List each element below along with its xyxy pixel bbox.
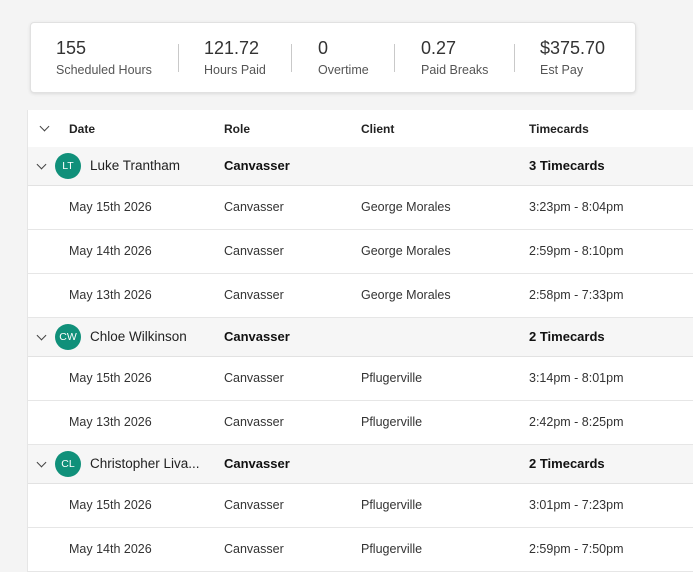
- cell-date: May 13th 2026: [69, 288, 152, 302]
- cell-client: Pflugerville: [361, 498, 423, 512]
- stat-paid-breaks: 0.27 Paid Breaks: [421, 37, 488, 78]
- cell-date: May 15th 2026: [69, 200, 152, 214]
- stat-overtime: 0 Overtime: [318, 37, 369, 78]
- stat-est-pay: $375.70 Est Pay: [540, 37, 605, 78]
- cell-role: Canvasser: [224, 244, 284, 258]
- cell-role: Canvasser: [224, 371, 284, 385]
- cell-time: 2:59pm - 8:10pm: [529, 244, 624, 258]
- employee-name: Chloe Wilkinson: [90, 329, 187, 344]
- employee-role: Canvasser: [224, 158, 290, 173]
- cell-client: George Morales: [361, 200, 451, 214]
- employee-role: Canvasser: [224, 329, 290, 344]
- pay-summary-card: 155 Scheduled Hours 121.72 Hours Paid 0 …: [30, 22, 636, 93]
- employee-name: Christopher Liva...: [90, 456, 200, 471]
- stat-hours-paid: 121.72 Hours Paid: [204, 37, 266, 78]
- cell-time: 3:14pm - 8:01pm: [529, 371, 624, 385]
- cell-date: May 14th 2026: [69, 244, 152, 258]
- stat-label: Scheduled Hours: [56, 63, 152, 77]
- divider: [514, 44, 515, 72]
- column-header-timecards[interactable]: Timecards: [529, 122, 589, 136]
- cell-client: George Morales: [361, 244, 451, 258]
- cell-date: May 13th 2026: [69, 415, 152, 429]
- column-header-client[interactable]: Client: [361, 122, 394, 136]
- table-header: Date Role Client Timecards: [28, 110, 693, 148]
- cell-time: 3:01pm - 7:23pm: [529, 498, 624, 512]
- column-header-date[interactable]: Date: [69, 122, 95, 136]
- avatar: CW: [55, 324, 81, 350]
- employee-group-row[interactable]: CW Chloe Wilkinson Canvasser 2 Timecards: [28, 318, 693, 357]
- cell-date: May 15th 2026: [69, 498, 152, 512]
- employee-group-row[interactable]: CL Christopher Liva... Canvasser 2 Timec…: [28, 445, 693, 484]
- cell-role: Canvasser: [224, 542, 284, 556]
- table-row[interactable]: May 15th 2026 Canvasser Pflugerville 3:0…: [28, 484, 693, 528]
- cell-role: Canvasser: [224, 498, 284, 512]
- employee-name: Luke Trantham: [90, 158, 181, 173]
- stat-value: 0: [318, 38, 329, 58]
- divider: [291, 44, 292, 72]
- cell-date: May 15th 2026: [69, 371, 152, 385]
- chevron-down-icon[interactable]: [36, 330, 47, 341]
- timecard-count: 3 Timecards: [529, 158, 605, 173]
- cell-time: 2:58pm - 7:33pm: [529, 288, 624, 302]
- cell-date: May 14th 2026: [69, 542, 152, 556]
- stat-value: 155: [56, 38, 87, 58]
- chevron-down-icon[interactable]: [39, 121, 50, 132]
- avatar: LT: [55, 153, 81, 179]
- table-row[interactable]: May 15th 2026 Canvasser George Morales 3…: [28, 186, 693, 230]
- cell-role: Canvasser: [224, 415, 284, 429]
- stat-scheduled-hours: 155 Scheduled Hours: [56, 37, 152, 78]
- cell-time: 3:23pm - 8:04pm: [529, 200, 624, 214]
- cell-time: 2:42pm - 8:25pm: [529, 415, 624, 429]
- cell-client: George Morales: [361, 288, 451, 302]
- table-row[interactable]: May 13th 2026 Canvasser George Morales 2…: [28, 274, 693, 318]
- employee-role: Canvasser: [224, 456, 290, 471]
- stat-label: Paid Breaks: [421, 63, 489, 77]
- cell-role: Canvasser: [224, 288, 284, 302]
- employee-group-row[interactable]: LT Luke Trantham Canvasser 3 Timecards: [28, 147, 693, 186]
- timecards-table: Date Role Client Timecards LT Luke Trant…: [27, 110, 693, 572]
- column-header-role[interactable]: Role: [224, 122, 250, 136]
- stat-value: $375.70: [540, 38, 606, 58]
- timecard-count: 2 Timecards: [529, 456, 605, 471]
- table-row[interactable]: May 15th 2026 Canvasser Pflugerville 3:1…: [28, 357, 693, 401]
- table-row[interactable]: May 14th 2026 Canvasser George Morales 2…: [28, 230, 693, 274]
- cell-client: Pflugerville: [361, 415, 423, 429]
- chevron-down-icon[interactable]: [36, 457, 47, 468]
- stat-label: Hours Paid: [204, 63, 266, 77]
- stat-value: 0.27: [421, 38, 457, 58]
- cell-role: Canvasser: [224, 200, 284, 214]
- chevron-down-icon[interactable]: [36, 159, 47, 170]
- cell-client: Pflugerville: [361, 542, 423, 556]
- stat-label: Overtime: [318, 63, 369, 77]
- table-row[interactable]: May 13th 2026 Canvasser Pflugerville 2:4…: [28, 401, 693, 445]
- avatar: CL: [55, 451, 81, 477]
- divider: [178, 44, 179, 72]
- cell-time: 2:59pm - 7:50pm: [529, 542, 624, 556]
- timecard-count: 2 Timecards: [529, 329, 605, 344]
- table-row[interactable]: May 14th 2026 Canvasser Pflugerville 2:5…: [28, 528, 693, 572]
- stat-value: 121.72: [204, 38, 260, 58]
- cell-client: Pflugerville: [361, 371, 423, 385]
- divider: [394, 44, 395, 72]
- stat-label: Est Pay: [540, 63, 584, 77]
